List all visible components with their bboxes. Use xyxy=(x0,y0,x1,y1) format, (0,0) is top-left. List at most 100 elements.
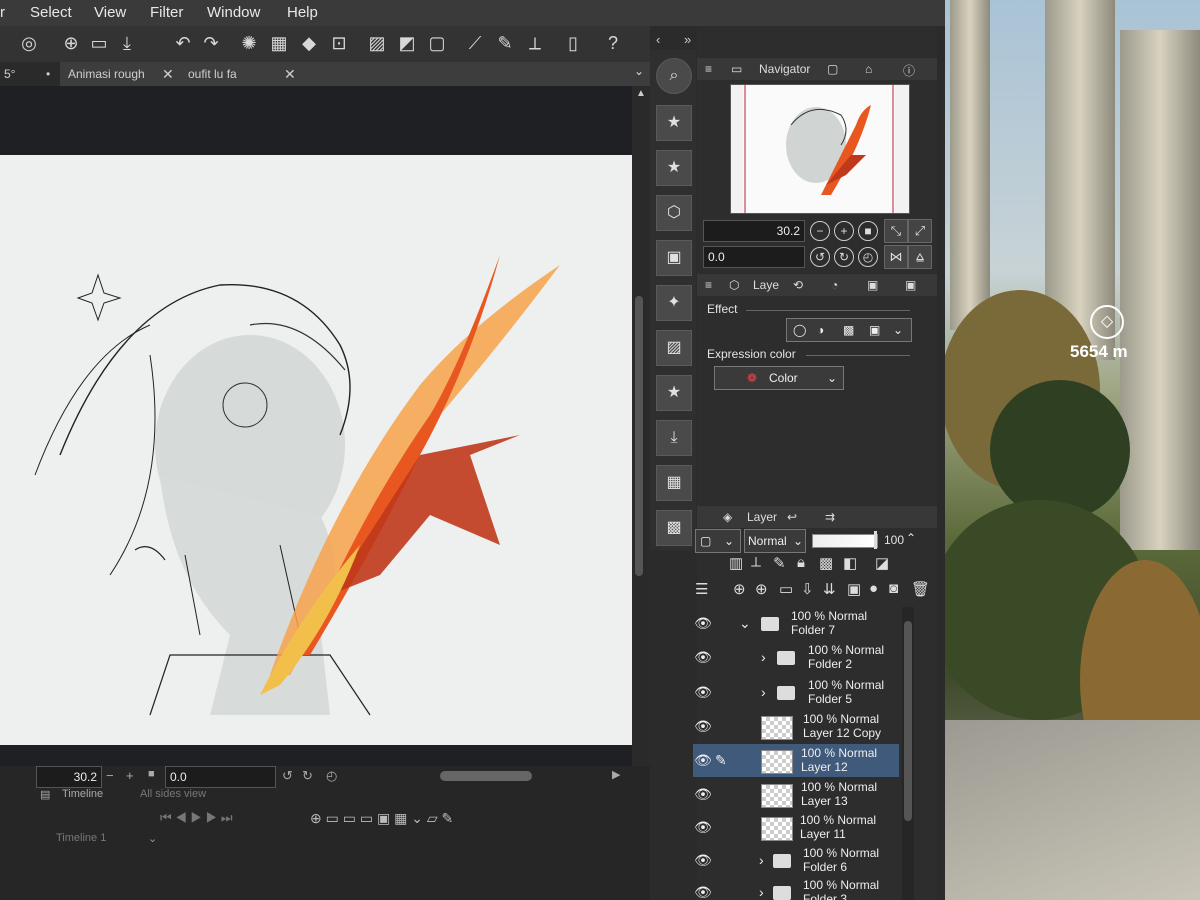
tab-animasi-rough[interactable]: Animasi rough ✕ xyxy=(62,62,180,86)
material-pattern-icon[interactable]: ✦ xyxy=(656,285,692,321)
tab-oufit-lu-fa[interactable]: oufit lu fa ✕ xyxy=(182,62,302,86)
menu-item-help[interactable]: Help xyxy=(287,4,318,21)
menu-item-window[interactable]: Window xyxy=(207,4,260,21)
fit-window-icon[interactable]: ⤡ xyxy=(884,219,908,243)
texture-icon[interactable]: ▩ xyxy=(656,510,692,546)
palette-color-icon[interactable]: ◪ xyxy=(875,554,889,572)
scroll-right-icon[interactable]: ▶ xyxy=(612,768,620,781)
chevron-right-icon[interactable]: › xyxy=(759,852,764,868)
layer-row-layer-12-copy[interactable]: 👁︎ 100 % Normal Layer 12 Copy xyxy=(693,710,899,743)
expand-panel-icon[interactable]: » xyxy=(684,32,691,47)
eye-icon[interactable]: 👁︎ xyxy=(693,684,713,701)
clip-layer-icon[interactable]: ▥ xyxy=(729,554,743,572)
rotate-right-icon[interactable]: ↻ xyxy=(302,768,313,784)
effect-selector[interactable]: ◯ ◑ ▩ ▣ ⌄ xyxy=(786,318,912,342)
eye-icon[interactable]: 👁︎ xyxy=(693,819,713,836)
redo-icon[interactable]: ↷ xyxy=(198,30,224,56)
snap-icon[interactable]: ⟂ xyxy=(522,30,548,56)
layer-row-folder-7[interactable]: 👁︎ ⌄ 100 % Normal Folder 7 xyxy=(693,607,899,640)
new-raster-layer-icon[interactable]: ⊕ xyxy=(733,580,746,598)
tab-icon[interactable]: ▣ xyxy=(905,278,916,292)
eye-icon[interactable]: 👁︎ xyxy=(693,718,713,735)
tab-icon[interactable]: ▣ xyxy=(867,278,878,292)
menu-item-view[interactable]: View xyxy=(94,4,126,21)
help-chat-icon[interactable]: ? xyxy=(600,30,626,56)
scroll-up-icon[interactable]: ▲ xyxy=(636,88,646,99)
chevron-right-icon[interactable]: › xyxy=(761,684,766,700)
flip-vertical-icon[interactable]: ⩠ xyxy=(908,245,932,269)
new-vector-layer-icon[interactable]: ⊕ xyxy=(755,580,768,598)
border-effect-icon[interactable]: ◯ xyxy=(793,319,806,341)
favorites-star-icon[interactable]: ★ xyxy=(656,105,692,141)
halftone-icon[interactable]: ▦ xyxy=(656,465,692,501)
canvas-zoom-field[interactable]: 30.2 xyxy=(36,766,102,788)
layer-row-layer-11[interactable]: 👁︎ 100 % Normal Layer 11 xyxy=(693,811,899,844)
layer-property-tab[interactable]: Laye xyxy=(753,278,779,292)
draft-layer-icon[interactable]: ✎ xyxy=(773,554,786,572)
reset-rotation-icon[interactable]: ◴ xyxy=(326,768,337,784)
tone-icon[interactable]: ▩ xyxy=(843,319,854,341)
apply-mask-icon[interactable]: ▣ xyxy=(847,580,861,598)
favorites-star-icon[interactable]: ★ xyxy=(656,150,692,186)
brush-icon[interactable]: ✎ xyxy=(492,30,518,56)
chevron-down-icon[interactable]: ⌄ xyxy=(739,615,751,632)
auto-actions-tab-icon[interactable]: ⇉ xyxy=(825,510,835,524)
selection-clear-icon[interactable]: ▨ xyxy=(364,30,390,56)
eye-icon[interactable]: 👁︎ xyxy=(693,786,713,803)
chevron-right-icon[interactable]: › xyxy=(761,649,766,665)
blend-mode-dropdown[interactable]: Normal ⌄ xyxy=(744,529,806,553)
clear-icon[interactable]: ▦ xyxy=(266,30,292,56)
info-tab-icon[interactable]: ⌂ xyxy=(865,62,872,76)
drawing-canvas[interactable] xyxy=(0,155,632,745)
opacity-slider[interactable] xyxy=(812,534,878,548)
chevron-right-icon[interactable]: › xyxy=(759,884,764,900)
invert-selection-icon[interactable]: ◩ xyxy=(394,30,420,56)
menu-item-partial[interactable]: r xyxy=(0,4,5,21)
new-file-icon[interactable]: ⊕ xyxy=(58,30,84,56)
transform-icon[interactable]: ⊡ xyxy=(326,30,352,56)
app-logo-icon[interactable]: ◎ xyxy=(16,30,42,56)
fill-icon[interactable]: ◆ xyxy=(296,30,322,56)
collapse-left-icon[interactable]: ‹ xyxy=(656,32,660,47)
zoom-out-icon[interactable]: − xyxy=(106,768,114,783)
layer-color-icon[interactable]: ▣ xyxy=(869,319,880,341)
chevron-down-icon[interactable]: ⌄ xyxy=(634,64,644,78)
zoom-out-icon[interactable]: − xyxy=(810,221,830,241)
menu-item-filter[interactable]: Filter xyxy=(150,4,183,21)
zoom-in-icon[interactable]: + xyxy=(126,768,134,783)
layer-color-mode-dropdown[interactable]: ▢ ⌄ xyxy=(695,529,741,553)
favorites-star-icon[interactable]: ★ xyxy=(656,375,692,411)
eye-icon[interactable]: 👁︎ xyxy=(693,752,713,769)
canvas-vertical-scrollbar[interactable]: ▲ xyxy=(632,86,646,766)
close-icon[interactable]: ✕ xyxy=(162,62,174,86)
opacity-value[interactable]: 100 xyxy=(884,533,904,547)
smartphone-icon[interactable]: ▯ xyxy=(560,30,586,56)
rotate-right-icon[interactable]: ↻ xyxy=(834,247,854,267)
download-icon[interactable]: ⤓ xyxy=(656,420,692,456)
history-tab-icon[interactable]: ↩ xyxy=(787,510,797,524)
material-window-icon[interactable]: ▣ xyxy=(656,240,692,276)
transfer-down-icon[interactable]: ⇩ xyxy=(801,580,814,598)
navigator-preview[interactable] xyxy=(730,84,910,214)
save-icon[interactable]: ⤓ xyxy=(114,30,140,56)
undo-icon[interactable]: ↶ xyxy=(170,30,196,56)
timeline-tab-label[interactable]: Timeline xyxy=(62,788,103,800)
material-image-icon[interactable]: ▨ xyxy=(656,330,692,366)
trash-icon[interactable]: 🗑︎ xyxy=(911,580,930,598)
horizontal-scroll-thumb[interactable] xyxy=(440,771,532,781)
eye-icon[interactable]: 👁︎ xyxy=(693,884,713,900)
fit-stop-icon[interactable]: ■ xyxy=(858,221,878,241)
layer-row-folder-3[interactable]: 👁︎ › 100 % Normal Folder 3 xyxy=(693,876,899,900)
frame-tools[interactable]: ⊕ ▭ ▭ ▭ ▣ ▦ ⌄ ▱ ✎ xyxy=(310,810,453,827)
ruler-pen-icon[interactable]: ⟋ xyxy=(462,30,488,56)
close-icon[interactable]: ✕ xyxy=(284,62,296,86)
layer-row-folder-2[interactable]: 👁︎ › 100 % Normal Folder 2 xyxy=(693,641,899,674)
opacity-stepper-icon[interactable]: ⌃ xyxy=(906,531,916,545)
reset-rotation-icon[interactable]: ◴ xyxy=(858,247,878,267)
layer-list-icon[interactable]: ☰ xyxy=(695,580,708,598)
extract-line-icon[interactable]: ◑ xyxy=(817,319,824,341)
sub-view-tab-icon[interactable]: ▢ xyxy=(827,62,838,76)
menu-item-select[interactable]: Select xyxy=(30,4,72,21)
eye-icon[interactable]: 👁︎ xyxy=(693,649,713,666)
timeline-track-name[interactable]: Timeline 1 xyxy=(56,832,106,844)
